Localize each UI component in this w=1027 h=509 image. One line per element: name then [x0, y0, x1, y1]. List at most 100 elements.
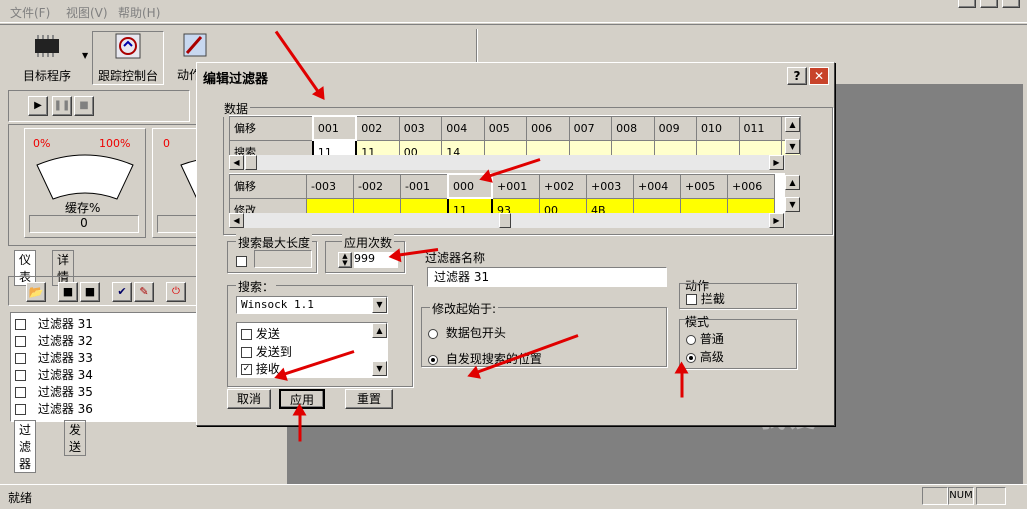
scroll-right[interactable]: ▶: [769, 213, 784, 228]
radio[interactable]: [428, 354, 438, 365]
option-send[interactable]: 发送: [241, 325, 280, 342]
grid1-scroll-up[interactable]: ▲: [785, 117, 800, 132]
chevron-down-icon[interactable]: ▼: [372, 297, 387, 313]
tab-send[interactable]: 发送: [64, 420, 87, 456]
grid-cell[interactable]: 00: [539, 197, 587, 213]
list-item[interactable]: 过滤器 32: [15, 332, 93, 349]
radio-advanced[interactable]: 高级: [686, 348, 724, 365]
checkbox[interactable]: [241, 329, 252, 340]
pause-button[interactable]: ❚❚: [52, 96, 72, 116]
scroll-left[interactable]: ◀: [229, 213, 244, 228]
tab-filters[interactable]: 过滤器: [14, 420, 37, 473]
list-scroll-up[interactable]: ▲: [372, 323, 387, 338]
option-sendto[interactable]: 发送到: [241, 343, 292, 360]
radio[interactable]: [686, 334, 696, 345]
close-window-button[interactable]: [1002, 0, 1020, 8]
scroll-thumb[interactable]: [499, 213, 511, 228]
grid-cell[interactable]: 11: [355, 139, 400, 155]
save-button[interactable]: ■: [58, 282, 78, 302]
search-grid: 偏移 001 002 003 004 005 006 007 008 009 0…: [229, 115, 801, 155]
checkbox-checked[interactable]: ✓: [241, 364, 252, 375]
mode-group: 普通 高级: [679, 319, 797, 369]
search-select[interactable]: Winsock 1.1 ▼: [236, 296, 388, 314]
open-folder-button[interactable]: 📂: [26, 282, 46, 302]
annotation-arrow: [298, 411, 302, 442]
list-item[interactable]: 过滤器 36: [15, 400, 93, 417]
grid-cell[interactable]: 14: [441, 139, 485, 155]
grid-col: 007: [568, 115, 613, 141]
trace-console-button[interactable]: 跟踪控制台: [92, 31, 164, 85]
help-button[interactable]: ?: [787, 67, 807, 85]
menu-view[interactable]: 视图(V): [66, 4, 108, 21]
stop-button[interactable]: ■: [74, 96, 94, 116]
grid-cell[interactable]: [526, 139, 570, 155]
grid-cell[interactable]: 11: [311, 139, 358, 155]
dropdown-arrow-icon[interactable]: ▼: [82, 51, 88, 60]
list-item[interactable]: 过滤器 31: [15, 315, 93, 332]
grid-cell[interactable]: 11: [447, 197, 493, 213]
status-cell-3: [976, 487, 1006, 505]
grid-cell[interactable]: [633, 197, 681, 213]
grid-cell[interactable]: [738, 139, 782, 155]
grid-cell[interactable]: 93: [491, 197, 540, 213]
check-button[interactable]: ✔: [112, 282, 132, 302]
grid2-hscroll[interactable]: ◀ ▶: [229, 213, 785, 228]
checkbox[interactable]: [15, 387, 26, 398]
grid2-scroll-down[interactable]: ▼: [785, 197, 800, 212]
target-program-button[interactable]: 目标程序: [14, 31, 80, 83]
grid-cell[interactable]: [653, 139, 698, 155]
search-max-length-checkbox[interactable]: [236, 256, 247, 267]
reset-button[interactable]: 重置: [345, 389, 393, 409]
filter-name-input[interactable]: 过滤器 31: [427, 267, 667, 287]
minimize-button[interactable]: [958, 0, 976, 8]
checkbox[interactable]: [15, 404, 26, 415]
checkbox[interactable]: [15, 370, 26, 381]
grid-col: 001: [311, 115, 358, 141]
grid-cell[interactable]: 00: [398, 139, 443, 155]
maximize-button[interactable]: [980, 0, 998, 8]
filter-name: 过滤器 35: [37, 385, 93, 399]
grid-cell[interactable]: [611, 139, 655, 155]
checkbox[interactable]: [15, 319, 26, 330]
checkbox[interactable]: [241, 347, 252, 358]
grid-cell[interactable]: [568, 139, 613, 155]
cancel-button[interactable]: 取消: [227, 389, 271, 409]
search-label: 搜索：: [236, 278, 277, 295]
menu-help[interactable]: 帮助(H): [118, 4, 160, 21]
grid2-scroll-up[interactable]: ▲: [785, 175, 800, 190]
filter-name: 过滤器 36: [37, 402, 93, 416]
checkbox[interactable]: [15, 353, 26, 364]
grid-cell[interactable]: 4B: [586, 197, 634, 213]
list-item[interactable]: 过滤器 35: [15, 383, 93, 400]
grid-cell[interactable]: [400, 197, 449, 213]
grid-cell[interactable]: [353, 197, 401, 213]
scroll-thumb[interactable]: [245, 155, 257, 170]
power-button[interactable]: ⏻: [166, 282, 186, 302]
status-text: 就绪: [8, 491, 33, 505]
grid-cell[interactable]: [680, 197, 728, 213]
radio-packet-start[interactable]: 数据包开头: [428, 324, 506, 341]
scroll-left[interactable]: ◀: [229, 155, 244, 170]
scroll-right[interactable]: ▶: [769, 155, 784, 170]
menu-file[interactable]: 文件(F): [10, 4, 50, 21]
grid-col: 009: [653, 115, 698, 141]
checkbox[interactable]: [15, 336, 26, 347]
save-all-button[interactable]: ■: [80, 282, 100, 302]
close-button[interactable]: ✕: [809, 67, 829, 85]
grid-cell[interactable]: [306, 197, 354, 213]
play-button[interactable]: ▶: [28, 96, 48, 116]
radio-normal[interactable]: 普通: [686, 330, 724, 347]
grid-cell[interactable]: [483, 139, 528, 155]
block-option[interactable]: 拦截: [686, 290, 725, 307]
checkbox[interactable]: [686, 294, 697, 305]
radio[interactable]: [428, 328, 438, 339]
grid-cell[interactable]: [727, 197, 775, 213]
grid1-scroll-down[interactable]: ▼: [785, 139, 800, 154]
list-scroll-down[interactable]: ▼: [372, 361, 387, 376]
list-item[interactable]: 过滤器 33: [15, 349, 93, 366]
search-max-length-input[interactable]: [254, 250, 312, 268]
list-item[interactable]: 过滤器 34: [15, 366, 93, 383]
grid-cell[interactable]: [696, 139, 740, 155]
apply-count-spinner[interactable]: ▲ ▼: [338, 252, 352, 268]
edit-button[interactable]: ✎: [134, 282, 154, 302]
